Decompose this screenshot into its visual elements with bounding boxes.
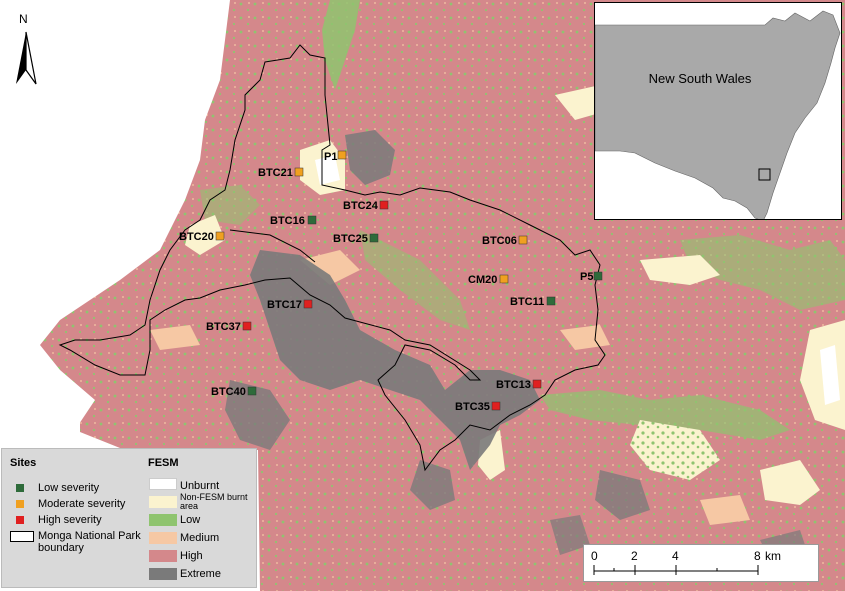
- scale-bar: 0 2 4 8 km: [583, 544, 819, 582]
- inset-locator-map: New South Wales: [594, 2, 842, 220]
- site-marker-btc25: [369, 233, 379, 243]
- site-marker-cm20: [499, 274, 509, 284]
- site-marker-btc40: [247, 386, 257, 396]
- legend-park-boundary-line1: Monga National Park: [38, 530, 141, 542]
- legend-non-fesm-line2: area: [180, 501, 199, 511]
- site-marker-btc37: [242, 321, 252, 331]
- high-fesm-swatch: [149, 550, 177, 562]
- site-marker-btc13: [532, 379, 542, 389]
- site-label-btc37: BTC37: [206, 321, 241, 333]
- site-label-cm20: CM20: [468, 274, 497, 286]
- site-marker-btc24: [379, 200, 389, 210]
- low-severity-swatch: [16, 484, 24, 492]
- unburnt-swatch: [149, 478, 177, 490]
- legend-park-boundary-line2: boundary: [38, 542, 84, 554]
- map-legend: Sites Low severity Moderate severity Hig…: [1, 448, 257, 588]
- park-boundary-swatch: [10, 531, 34, 542]
- site-label-p1: P1: [324, 151, 337, 163]
- site-marker-btc06: [518, 235, 528, 245]
- site-label-btc35: BTC35: [455, 401, 490, 413]
- site-label-btc16: BTC16: [270, 215, 305, 227]
- medium-fesm-swatch: [149, 532, 177, 544]
- legend-unburnt: Unburnt: [180, 480, 220, 492]
- legend-low: Low: [180, 514, 201, 526]
- site-label-btc13: BTC13: [496, 379, 531, 391]
- site-label-p5: P5: [580, 271, 593, 283]
- non-fesm-swatch: [149, 496, 177, 508]
- site-label-btc11: BTC11: [510, 296, 544, 308]
- legend-medium: Medium: [180, 532, 220, 544]
- legend-low-severity: Low severity: [38, 482, 100, 494]
- site-marker-btc11: [546, 296, 556, 306]
- site-label-btc24: BTC24: [343, 200, 379, 212]
- site-marker-p5: [593, 271, 603, 281]
- site-marker-btc17: [303, 299, 313, 309]
- extreme-fesm-swatch: [149, 568, 177, 580]
- legend-extreme: Extreme: [180, 568, 221, 580]
- site-marker-btc20: [215, 231, 225, 241]
- nsw-shape: [595, 10, 841, 219]
- legend-high: High: [180, 550, 203, 562]
- north-label: N: [19, 12, 28, 26]
- legend-moderate-severity: Moderate severity: [38, 498, 126, 510]
- scale-bar-graphic: [593, 565, 759, 575]
- site-marker-btc21: [294, 167, 304, 177]
- site-label-btc17: BTC17: [267, 299, 302, 311]
- inset-label: New South Wales: [648, 71, 752, 86]
- legend-fesm-title: FESM: [148, 457, 179, 469]
- legend-sites-title: Sites: [10, 457, 37, 469]
- site-label-btc21: BTC21: [258, 167, 293, 179]
- site-label-btc40: BTC40: [211, 386, 246, 398]
- site-marker-btc16: [307, 215, 317, 225]
- legend-high-severity: High severity: [38, 514, 102, 526]
- moderate-severity-swatch: [16, 500, 24, 508]
- site-marker-btc35: [491, 401, 501, 411]
- high-severity-swatch: [16, 516, 24, 524]
- site-label-btc06: BTC06: [482, 235, 517, 247]
- site-marker-p1: [337, 150, 347, 160]
- site-label-btc20: BTC20: [179, 231, 214, 243]
- low-fesm-swatch: [149, 514, 177, 526]
- site-label-btc25: BTC25: [333, 233, 368, 245]
